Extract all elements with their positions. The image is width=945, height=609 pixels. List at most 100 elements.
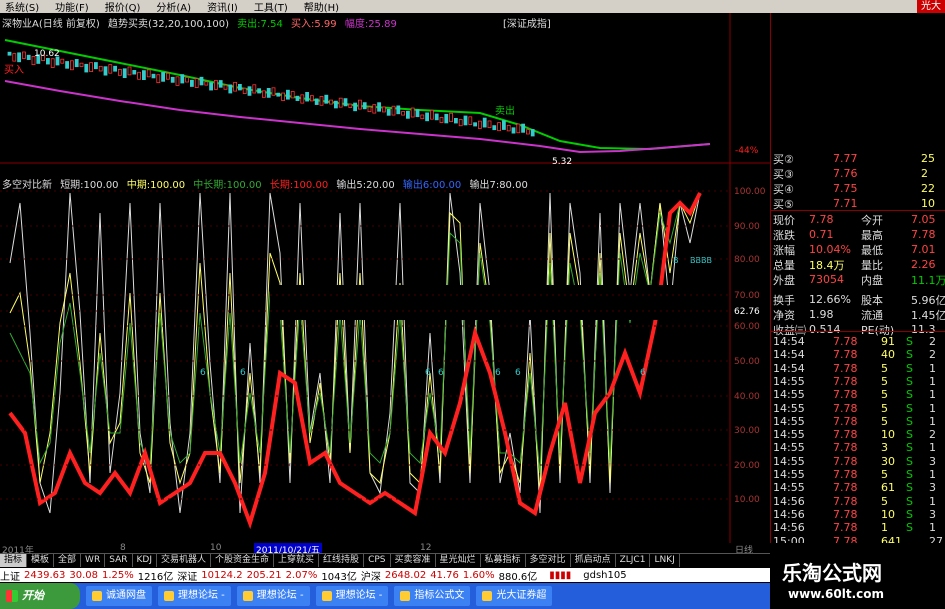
ma-magenta-line <box>4 80 711 154</box>
indicator-tab[interactable]: SAR <box>105 554 133 567</box>
stock-title[interactable]: 深物业A(日线 前复权) <box>2 19 100 30</box>
sh-label: 上证 <box>0 571 20 583</box>
candle <box>74 59 79 68</box>
stat-value: 10.04% <box>809 243 851 256</box>
candle <box>185 76 190 83</box>
stat-row[interactable]: 净资 1.98 流通 1.45亿 <box>771 307 945 322</box>
tick-volume: 5 <box>881 494 888 508</box>
menu-tools[interactable]: 工具(T) <box>249 0 299 14</box>
stat-row[interactable]: 总量 18.4万 量比 2.26 <box>771 257 945 272</box>
indicator-tab[interactable]: 模板 <box>27 554 55 567</box>
indicator-tab[interactable]: 上穿就买 <box>274 554 320 567</box>
stat-label: 总量 <box>773 258 795 272</box>
taskbar-item[interactable]: 指标公式文 <box>394 586 471 606</box>
bid-volume: 10 <box>921 197 935 210</box>
indicator-tab[interactable]: 个股资金生命 <box>211 554 275 567</box>
pct-label: -44% <box>735 146 759 156</box>
candle <box>324 94 329 104</box>
stat-label: 今开 <box>861 213 883 227</box>
tick-count: 3 <box>929 481 936 495</box>
tick-count: 1 <box>929 494 936 508</box>
indicator-tab[interactable]: 抓启动点 <box>571 554 616 567</box>
y-tick-label: 50.00 <box>734 357 760 367</box>
six-label: 6 <box>240 368 246 378</box>
indicator-tab[interactable]: 红线持股 <box>319 554 365 567</box>
indicator-tab[interactable]: 买卖容准 <box>391 554 436 567</box>
index-bar: 上证 2439.63 30.08 1.25% 1216亿 深证 10124.2 … <box>0 568 770 583</box>
menu-help[interactable]: 帮助(H) <box>299 0 350 14</box>
candle <box>511 127 516 134</box>
taskbar-item[interactable]: 理想论坛 - <box>236 586 310 606</box>
short-term-value: 短期:100.00 <box>60 180 119 191</box>
buy-marker: 买入 <box>4 64 24 76</box>
bid-row[interactable]: 买⑤ 7.71 10 <box>771 196 945 211</box>
indicator-tab[interactable]: ZLJC1 <box>616 554 651 567</box>
indicator-tab[interactable]: CPS <box>364 554 391 567</box>
stat-label: 涨跌 <box>773 228 795 242</box>
candle <box>353 102 358 112</box>
tick-time: 14:56 <box>773 521 805 535</box>
taskbar-item-label: 光大证券超 <box>496 590 547 601</box>
indicator-tab[interactable]: 全部 <box>54 554 82 567</box>
indicator-tab[interactable]: WR <box>81 554 106 567</box>
bid-volume: 22 <box>921 182 935 195</box>
menu-quote[interactable]: 报价(Q) <box>100 0 152 14</box>
candle <box>141 70 146 81</box>
stat-label: 最高 <box>861 228 883 242</box>
window-icon <box>321 591 332 601</box>
candle <box>429 109 434 120</box>
tick-volume: 30 <box>881 454 895 468</box>
taskbar-item[interactable]: 诚通网盘 <box>86 586 152 606</box>
stat-value: 7.01 <box>911 243 936 256</box>
brand-label: 光大 <box>917 0 945 13</box>
bbbb-label: BBBB <box>690 256 712 265</box>
indicator-tab[interactable]: 指标 <box>0 554 28 567</box>
menu-function[interactable]: 功能(F) <box>50 0 100 14</box>
user-label: gdsh105 <box>583 569 627 581</box>
menu-analysis[interactable]: 分析(A) <box>151 0 202 14</box>
stat-row[interactable]: 涨幅 10.04% 最低 7.01 <box>771 242 945 257</box>
sub-chart-name[interactable]: 多空对比新 <box>2 180 52 191</box>
indicator-tab[interactable]: KDJ <box>133 554 157 567</box>
indicator-tab[interactable]: 私募指标 <box>481 554 526 567</box>
bid-volume: 2 <box>921 167 928 180</box>
candle <box>290 91 295 99</box>
candle <box>156 74 161 84</box>
indicator-tab[interactable]: LNKJ <box>650 554 680 567</box>
chart-canvas[interactable]: 10.62 5.32 买入 卖出 -44% 6666666 B BBBB 100… <box>0 13 770 543</box>
bid-row[interactable]: 买② 7.77 25 <box>771 151 945 166</box>
sh-value: 2439.63 <box>24 569 66 581</box>
indicator-tab[interactable]: 星光灿烂 <box>436 554 481 567</box>
tick-time: 14:55 <box>773 428 805 442</box>
candle <box>329 99 334 105</box>
bid-row[interactable]: 买③ 7.76 2 <box>771 166 945 181</box>
candle <box>213 79 218 90</box>
candle <box>21 51 26 59</box>
stat-value: 7.78 <box>809 213 834 226</box>
taskbar-item[interactable]: 理想论坛 - <box>315 586 389 606</box>
menu-system[interactable]: 系统(S) <box>0 0 50 14</box>
chart-area[interactable]: 10.62 5.32 买入 卖出 -44% 6666666 B BBBB 100… <box>0 13 770 543</box>
taskbar-item[interactable]: 光大证券超 <box>476 586 553 606</box>
stat-row[interactable]: 涨跌 0.71 最高 7.78 <box>771 227 945 242</box>
stat-row[interactable]: 外盘 73054 内盘 11.1万 <box>771 272 945 287</box>
stat-row[interactable]: 现价 7.78 今开 7.05 <box>771 212 945 227</box>
y-tick-label: 60.00 <box>734 322 760 332</box>
divider <box>771 331 945 332</box>
tick-count: 2 <box>929 428 936 442</box>
tick-time: 14:55 <box>773 414 805 428</box>
candle <box>257 88 262 94</box>
window-icon <box>242 591 253 601</box>
stat-row[interactable]: 换手 12.66% 股本 5.96亿 <box>771 292 945 307</box>
candle <box>17 52 22 63</box>
six-label: 6 <box>515 368 521 378</box>
indicator-tab[interactable]: 多空对比 <box>526 554 571 567</box>
menu-info[interactable]: 资讯(I) <box>202 0 249 14</box>
taskbar-item[interactable]: 理想论坛 - <box>158 586 231 606</box>
indicator-tab[interactable]: 交易机器人 <box>157 554 212 567</box>
width-value: 幅度:25.89 <box>344 19 397 30</box>
tick-price: 7.78 <box>833 401 858 415</box>
bid-row[interactable]: 买④ 7.75 22 <box>771 181 945 196</box>
index-ref[interactable]: [深证成指] <box>503 19 551 30</box>
start-button[interactable]: 开始 <box>0 583 80 609</box>
